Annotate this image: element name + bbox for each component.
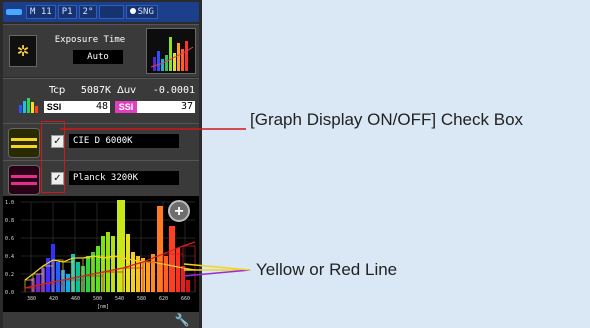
yellow-line-graphic	[11, 138, 37, 148]
x-tick-label: 500	[93, 296, 102, 302]
status-bar: M 11 P1 2° SNG	[3, 2, 199, 22]
battery-icon	[6, 9, 22, 15]
callout-line-text: Yellow or Red Line	[256, 260, 398, 279]
record-dot-icon	[129, 8, 136, 14]
x-tick-label: 460	[71, 296, 80, 302]
reference-row-1[interactable]: ✓ CIE D 6000K	[3, 123, 199, 160]
spectrum-icon	[19, 98, 38, 113]
ssi-value-2: 37	[137, 101, 195, 113]
ssi-value-1: 48	[64, 101, 110, 113]
y-tick-label: 0.4	[5, 254, 14, 260]
zoom-icon[interactable]: +	[168, 200, 190, 222]
checkbox-highlight-box	[41, 121, 65, 193]
spectrum-bars	[31, 200, 190, 292]
x-tick-label: 540	[115, 296, 124, 302]
status-mode: SNG	[125, 5, 158, 19]
bottom-bar: 🔧	[3, 312, 199, 328]
exposure-row[interactable]: ✲ Exposure Time Auto	[3, 24, 199, 77]
x-tick-label: 660	[181, 296, 190, 302]
duv-label: Δuv	[117, 85, 137, 96]
yellow-line-icon	[8, 128, 40, 158]
tcp-label: Tcp	[49, 85, 66, 96]
status-angle: 2°	[78, 5, 98, 19]
reference-row-2[interactable]: ✓ Planck 3200K	[3, 160, 199, 197]
wrench-icon[interactable]: 🔧	[168, 313, 196, 327]
y-tick-label: 1.0	[5, 200, 14, 206]
sun-icon[interactable]: ✲	[9, 35, 37, 67]
x-tick-label: 580	[137, 296, 146, 302]
meter-screen: M 11 P1 2° SNG ✲ Exposure Time Auto Tcp …	[0, 0, 202, 328]
status-memory: M 11	[26, 5, 56, 19]
status-preset: P1	[57, 5, 77, 19]
x-tick-label: 420	[49, 296, 58, 302]
callout-checkbox-text: [Graph Display ON/OFF] Check Box	[250, 110, 524, 129]
x-tick-label: 380	[27, 296, 36, 302]
duv-value: -0.0001	[152, 85, 195, 96]
reference-label-1[interactable]: CIE D 6000K	[69, 134, 179, 148]
ssi-label-2: SSI	[115, 101, 137, 113]
exposure-value[interactable]: Auto	[73, 50, 123, 64]
y-tick-label: 0.8	[5, 218, 14, 224]
exposure-title: Exposure Time	[54, 35, 126, 45]
tcp-value: 5087K	[80, 85, 111, 96]
status-blank	[99, 5, 124, 19]
y-tick-label: 0.2	[5, 272, 14, 278]
spectrum-thumbnail[interactable]	[146, 28, 196, 74]
x-unit-label: [nm]	[97, 304, 109, 310]
measurement-row[interactable]: Tcp 5087K Δuv -0.0001 SSI 48 SSI 37	[3, 78, 199, 123]
reference-label-2[interactable]: Planck 3200K	[69, 171, 179, 185]
spectrum-thumbnail-graph	[150, 37, 194, 71]
y-tick-label: 0.6	[5, 236, 14, 242]
red-line-icon	[8, 165, 40, 195]
ssi-label-1: SSI	[44, 101, 64, 113]
red-line-graphic	[11, 175, 37, 185]
x-tick-label: 620	[159, 296, 168, 302]
y-tick-label: 0.0	[5, 290, 14, 296]
